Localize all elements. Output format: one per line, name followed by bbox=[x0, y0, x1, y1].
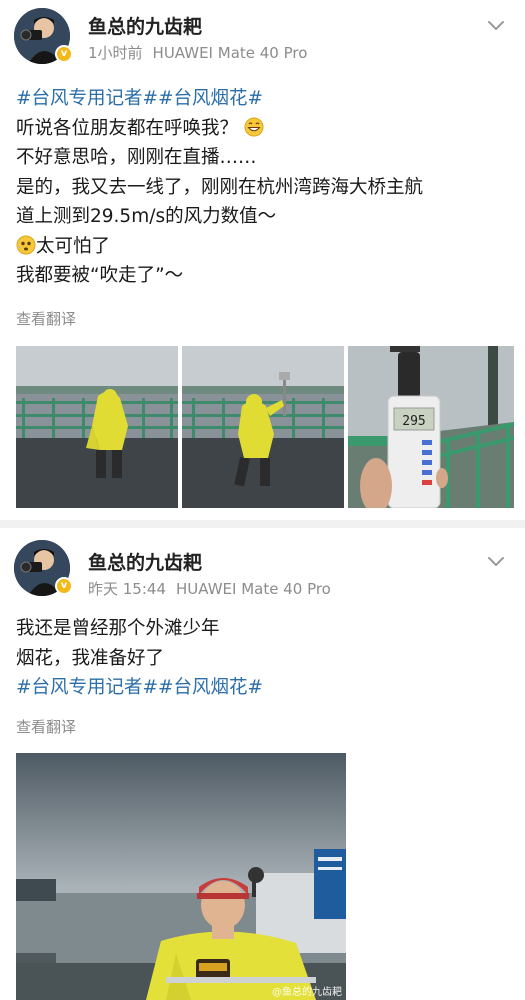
post-photo[interactable]: @鱼总的九齿耙 bbox=[16, 753, 346, 1000]
post-body: #台风专用记者##台风烟花# 听说各位朋友都在呼唤我？ 不好意思哈，刚刚在直播…… bbox=[16, 84, 511, 291]
post-line: 听说各位朋友都在呼唤我？ bbox=[16, 117, 239, 139]
verified-badge-icon: v bbox=[55, 45, 73, 63]
reporter-portrait-photo: @鱼总的九齿耙 bbox=[16, 753, 346, 1000]
scared-emoji-icon bbox=[16, 235, 36, 254]
reporter-on-bridge-photo bbox=[16, 346, 178, 508]
post-line: 烟花，我准备好了 bbox=[16, 647, 165, 669]
anemometer-reading: 295 bbox=[402, 414, 425, 429]
reporter-in-wind-photo bbox=[182, 346, 344, 508]
post-time: 1小时前 bbox=[88, 44, 143, 62]
post-line: 不好意思哈，刚刚在直播…… bbox=[16, 147, 257, 168]
weibo-post: v 鱼总的九齿耙 昨天 15:44 HUAWEI Mate 40 Pro 我还是曾… bbox=[0, 528, 525, 1000]
post-line: 我还是曾经那个外滩少年 bbox=[16, 618, 220, 639]
post-meta: 1小时前 HUAWEI Mate 40 Pro bbox=[88, 42, 307, 63]
post-time: 昨天 15:44 bbox=[88, 580, 166, 598]
translate-link[interactable]: 查看翻译 bbox=[16, 308, 76, 329]
post-photo[interactable]: 295 bbox=[348, 346, 514, 508]
username[interactable]: 鱼总的九齿耙 bbox=[88, 548, 202, 575]
chevron-down-icon[interactable] bbox=[485, 550, 507, 572]
username[interactable]: 鱼总的九齿耙 bbox=[88, 12, 202, 39]
verified-badge-icon: v bbox=[55, 577, 73, 595]
post-device: HUAWEI Mate 40 Pro bbox=[152, 44, 308, 62]
post-line: 是的，我又去一线了，刚刚在杭州湾跨海大桥主航 bbox=[16, 176, 424, 198]
post-photo[interactable] bbox=[16, 346, 178, 508]
photo-watermark: @鱼总的九齿耙 bbox=[272, 985, 342, 998]
post-line: 我都要被“吹走了”～ bbox=[16, 265, 184, 286]
anemometer-photo: 295 bbox=[348, 346, 514, 508]
grin-emoji-icon bbox=[244, 117, 264, 136]
post-body: 我还是曾经那个外滩少年 烟花，我准备好了 #台风专用记者##台风烟花# bbox=[16, 614, 511, 703]
weibo-post: v 鱼总的九齿耙 1小时前 HUAWEI Mate 40 Pro #台风专用记者#… bbox=[0, 0, 525, 520]
post-device: HUAWEI Mate 40 Pro bbox=[176, 580, 331, 598]
chevron-down-icon[interactable] bbox=[485, 14, 507, 36]
hashtag-link[interactable]: #台风专用记者##台风烟花# bbox=[16, 84, 511, 114]
post-photo[interactable] bbox=[182, 346, 344, 508]
post-meta: 昨天 15:44 HUAWEI Mate 40 Pro bbox=[88, 578, 331, 599]
translate-link[interactable]: 查看翻译 bbox=[16, 716, 76, 737]
hashtag-link[interactable]: #台风专用记者##台风烟花# bbox=[16, 673, 511, 703]
post-line: 道上测到29.5m/s的风力数值～ bbox=[16, 206, 277, 227]
post-divider bbox=[0, 520, 525, 528]
post-line: 太可怕了 bbox=[36, 235, 111, 257]
